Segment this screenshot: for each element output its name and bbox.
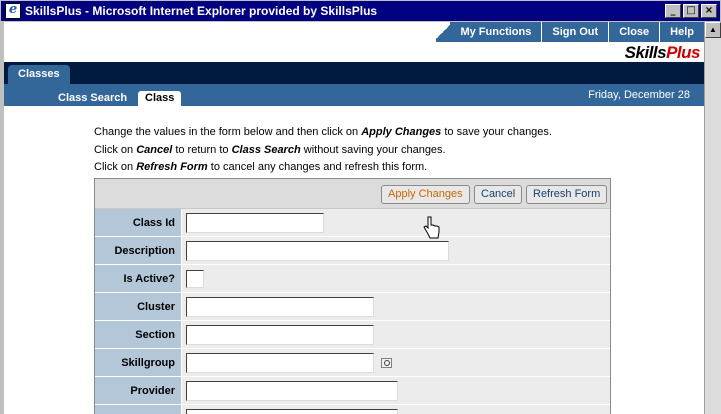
nav-corner-wedge: [436, 22, 451, 42]
form-row-class-id: Class Id: [95, 209, 610, 237]
instruction-line-cancel: Click on Cancel to return to Class Searc…: [94, 143, 446, 156]
cluster-field[interactable]: [186, 297, 374, 317]
description-field[interactable]: [186, 241, 449, 261]
skillgroup-lookup-icon[interactable]: [381, 358, 392, 368]
maximize-button[interactable]: □: [683, 4, 699, 18]
hand-pointer-cursor-icon: [423, 216, 440, 239]
current-date: Friday, December 28: [588, 89, 690, 101]
skillsplus-logo: SkillsPlus: [624, 43, 701, 62]
minimize-button[interactable]: _: [665, 4, 681, 18]
cancel-button[interactable]: Cancel: [474, 185, 523, 204]
internet-explorer-icon: [5, 2, 21, 19]
page-content: My Functions Sign Out Close Help SkillsP…: [4, 22, 704, 414]
section-field[interactable]: [186, 325, 374, 345]
main-tab-bar: [4, 62, 704, 84]
description-label: Description: [95, 237, 182, 264]
provider-field[interactable]: [186, 381, 398, 401]
form-instructions: Change the values in the form below and …: [94, 124, 552, 177]
scroll-up-arrow-icon[interactable]: ▲: [705, 22, 721, 38]
nav-close[interactable]: Close: [608, 22, 659, 42]
form-row-provider: Provider: [95, 377, 610, 405]
vertical-scrollbar[interactable]: ▲: [704, 22, 721, 414]
nav-help[interactable]: Help: [659, 22, 704, 42]
section-label: Section: [95, 321, 182, 348]
apply-changes-button[interactable]: Apply Changes: [381, 185, 470, 204]
window-title-bar: SkillsPlus - Microsoft Internet Explorer…: [0, 0, 721, 22]
instruction-line-apply: Change the values in the form below and …: [94, 126, 552, 138]
nav-sign-out[interactable]: Sign Out: [541, 22, 608, 42]
location-field[interactable]: [186, 409, 398, 414]
tab-classes[interactable]: Classes: [8, 65, 70, 84]
window-title: SkillsPlus - Microsoft Internet Explorer…: [25, 4, 378, 18]
form-row-location: Location: [95, 405, 610, 414]
top-navigation: My Functions Sign Out Close Help: [4, 22, 704, 42]
cluster-label: Cluster: [95, 293, 182, 320]
class-id-label: Class Id: [95, 209, 182, 236]
form-toolbar: Apply Changes Cancel Refresh Form: [95, 179, 610, 209]
form-row-section: Section: [95, 321, 610, 349]
form-row-is-active: Is Active?: [95, 265, 610, 293]
skillgroup-label: Skillgroup: [95, 349, 182, 376]
instruction-line-refresh: Click on Refresh Form to cancel any chan…: [94, 161, 428, 173]
provider-label: Provider: [95, 377, 182, 404]
skillgroup-field[interactable]: [186, 353, 374, 373]
form-row-description: Description: [95, 237, 610, 265]
nav-my-functions[interactable]: My Functions: [450, 22, 541, 42]
form-row-cluster: Cluster: [95, 293, 610, 321]
subtab-class[interactable]: Class: [138, 91, 182, 106]
close-window-button[interactable]: ×: [701, 4, 717, 18]
is-active-checkbox[interactable]: [186, 270, 204, 288]
subtab-class-search[interactable]: Class Search: [58, 91, 127, 106]
refresh-form-button[interactable]: Refresh Form: [526, 185, 608, 204]
class-edit-form: Apply Changes Cancel Refresh Form Class …: [94, 178, 611, 414]
form-row-skillgroup: Skillgroup: [95, 349, 610, 377]
class-id-field[interactable]: [186, 213, 324, 233]
is-active-label: Is Active?: [95, 265, 182, 292]
location-label: Location: [95, 405, 182, 414]
